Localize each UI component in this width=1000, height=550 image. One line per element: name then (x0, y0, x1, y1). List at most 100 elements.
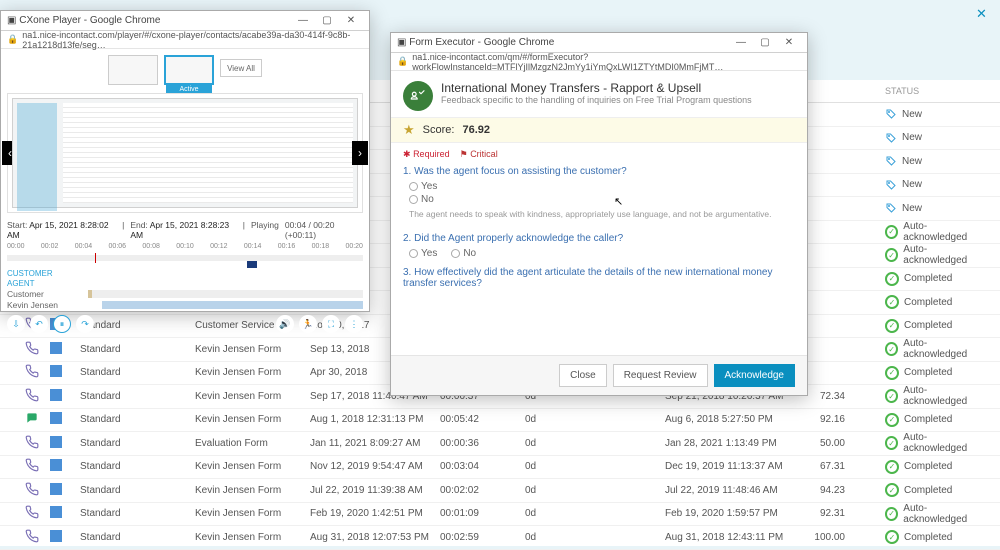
tag-icon (885, 202, 897, 214)
drawer-close-icon[interactable]: ✕ (976, 6, 992, 22)
acknowledge-button[interactable]: Acknowledge (714, 364, 795, 387)
chrome-favicon-icon: ▣ (7, 15, 16, 26)
screenshot-carousel: ‹ › (7, 93, 363, 213)
doc-icon (50, 389, 62, 401)
cell-status: New (885, 202, 985, 214)
star-icon: ★ (403, 122, 415, 138)
table-row[interactable]: StandardEvaluation FormJan 11, 2021 8:09… (0, 432, 1000, 456)
legend-customer: Customer (7, 289, 44, 299)
question-3: 3. How effectively did the agent articul… (391, 263, 807, 297)
check-icon: ✓ (885, 342, 898, 356)
cell-status: ✓Auto-acknowledged (885, 503, 985, 525)
cell-form: Kevin Jensen Form (195, 391, 310, 402)
table-row[interactable]: StandardKevin Jensen FormAug 1, 2018 12:… (0, 409, 1000, 433)
cell-end: Aug 31, 2018 12:43:11 PM (665, 532, 795, 543)
tag-icon (885, 132, 897, 144)
activity-icon[interactable]: 🏃 (299, 315, 317, 333)
q1-option-no[interactable]: No (409, 194, 795, 205)
cell-type: Standard (80, 532, 195, 543)
player-titlebar: ▣ CXone Player - Google Chrome — ▢ ✕ (1, 11, 369, 31)
doc-icon (50, 412, 62, 424)
tag-icon (885, 179, 897, 191)
cell-score: 92.16 (795, 414, 845, 425)
phone-icon (25, 535, 39, 546)
thumbnail-1[interactable] (108, 55, 158, 85)
cell-end: Feb 19, 2020 1:59:57 PM (665, 508, 795, 519)
form-maximize-button[interactable]: ▢ (753, 36, 777, 50)
cell-status: ✓Auto-acknowledged (885, 244, 985, 266)
rewind-button[interactable]: ↶ (30, 315, 48, 333)
score-band: ★ Score: 76.92 (391, 117, 807, 143)
cell-status: ✓Auto-acknowledged (885, 221, 985, 243)
q2-option-no[interactable]: No (451, 248, 476, 259)
cell-start: Nov 12, 2019 9:54:47 AM (310, 461, 440, 472)
table-row[interactable]: StandardKevin Jensen FormJul 22, 2019 11… (0, 479, 1000, 503)
cell-status: New (885, 132, 985, 144)
form-titlebar: ▣ Form Executor - Google Chrome — ▢ ✕ (391, 33, 807, 53)
doc-icon (50, 342, 62, 354)
pause-button[interactable]: ⏸ (53, 315, 71, 333)
check-icon: ✓ (885, 366, 899, 380)
cell-type: Standard (80, 508, 195, 519)
request-review-button[interactable]: Request Review (613, 364, 708, 387)
cell-duration: 0d (525, 485, 665, 496)
mouse-cursor-icon: ↖ (614, 195, 623, 208)
player-address-bar[interactable]: 🔒 na1.nice-incontact.com/player/#/cxone-… (1, 31, 369, 49)
close-button[interactable]: ✕ (339, 14, 363, 28)
close-form-button[interactable]: Close (559, 364, 607, 387)
form-minimize-button[interactable]: — (729, 36, 753, 50)
screen-recording-frame[interactable] (12, 98, 358, 208)
minimize-button[interactable]: — (291, 14, 315, 28)
lock-icon: 🔒 (7, 34, 18, 45)
cell-status: New (885, 179, 985, 191)
cell-form: Kevin Jensen Form (195, 461, 310, 472)
cell-status: ✓Auto-acknowledged (885, 385, 985, 407)
playhead-marker[interactable] (95, 253, 96, 263)
cell-start: Jan 11, 2021 8:09:27 AM (310, 438, 440, 449)
check-icon: ✓ (885, 248, 898, 262)
timeline[interactable]: 00:0000:0200:0400:0600:0800:1000:1200:14… (7, 243, 363, 267)
agent-audio-track[interactable] (102, 301, 363, 309)
check-icon: ✓ (885, 436, 898, 450)
col-header-status[interactable]: STATUS (845, 86, 985, 96)
volume-button[interactable]: 🔊 (276, 315, 294, 333)
cell-end: Aug 6, 2018 5:27:50 PM (665, 414, 795, 425)
fullscreen-button[interactable]: ⛶ (322, 315, 340, 333)
cell-form: Kevin Jensen Form (195, 344, 310, 355)
table-row[interactable]: StandardKevin Jensen FormNov 12, 2019 9:… (0, 456, 1000, 480)
playback-time-row: Start: Apr 15, 2021 8:28:02 AM | End: Ap… (1, 217, 369, 243)
player-url: na1.nice-incontact.com/player/#/cxone-pl… (22, 30, 363, 50)
carousel-next-button[interactable]: › (352, 141, 368, 165)
cell-score: 94.23 (795, 485, 845, 496)
form-url: na1.nice-incontact.com/qm/#/formExecutor… (412, 52, 801, 72)
form-close-button[interactable]: ✕ (777, 36, 801, 50)
q2-option-yes[interactable]: Yes (409, 248, 437, 259)
chrome-favicon-icon: ▣ (397, 37, 406, 48)
more-button[interactable]: ⋮ (345, 315, 363, 333)
q1-option-yes[interactable]: Yes (409, 181, 795, 192)
forward-button[interactable]: ↷ (76, 315, 94, 333)
timeline-tick: 00:12 (210, 243, 228, 250)
table-row[interactable]: StandardKevin Jensen Form Feb 19, 2020 1:… (0, 503, 1000, 527)
cell-duration: 0d (525, 461, 665, 472)
timeline-tick: 00:02 (41, 243, 59, 250)
form-address-bar[interactable]: 🔒 na1.nice-incontact.com/qm/#/formExecut… (391, 53, 807, 71)
phone-icon (25, 394, 39, 405)
cell-form: Kevin Jensen Form (195, 508, 310, 519)
cell-form: Kevin Jensen Form (195, 367, 310, 378)
player-controls: ⇩ ↶ ⏸ ↷ 🔊 🏃 ⛶ ⋮ (1, 312, 369, 337)
export-button[interactable]: ⇩ (7, 315, 25, 333)
phone-icon (25, 370, 39, 381)
customer-audio-track[interactable] (88, 290, 363, 298)
check-icon: ✓ (885, 507, 898, 521)
cell-start: Aug 31, 2018 12:07:53 PM (310, 532, 440, 543)
maximize-button[interactable]: ▢ (315, 14, 339, 28)
timeline-tick: 00:20 (345, 243, 363, 250)
thumbnail-active[interactable]: Active (164, 55, 214, 85)
check-icon: ✓ (885, 530, 899, 544)
cell-type: Standard (80, 344, 195, 355)
cell-length: 00:00:36 (440, 438, 525, 449)
cell-score: 50.00 (795, 438, 845, 449)
score-label: Score: (423, 124, 455, 136)
view-all-button[interactable]: View All (220, 59, 262, 77)
